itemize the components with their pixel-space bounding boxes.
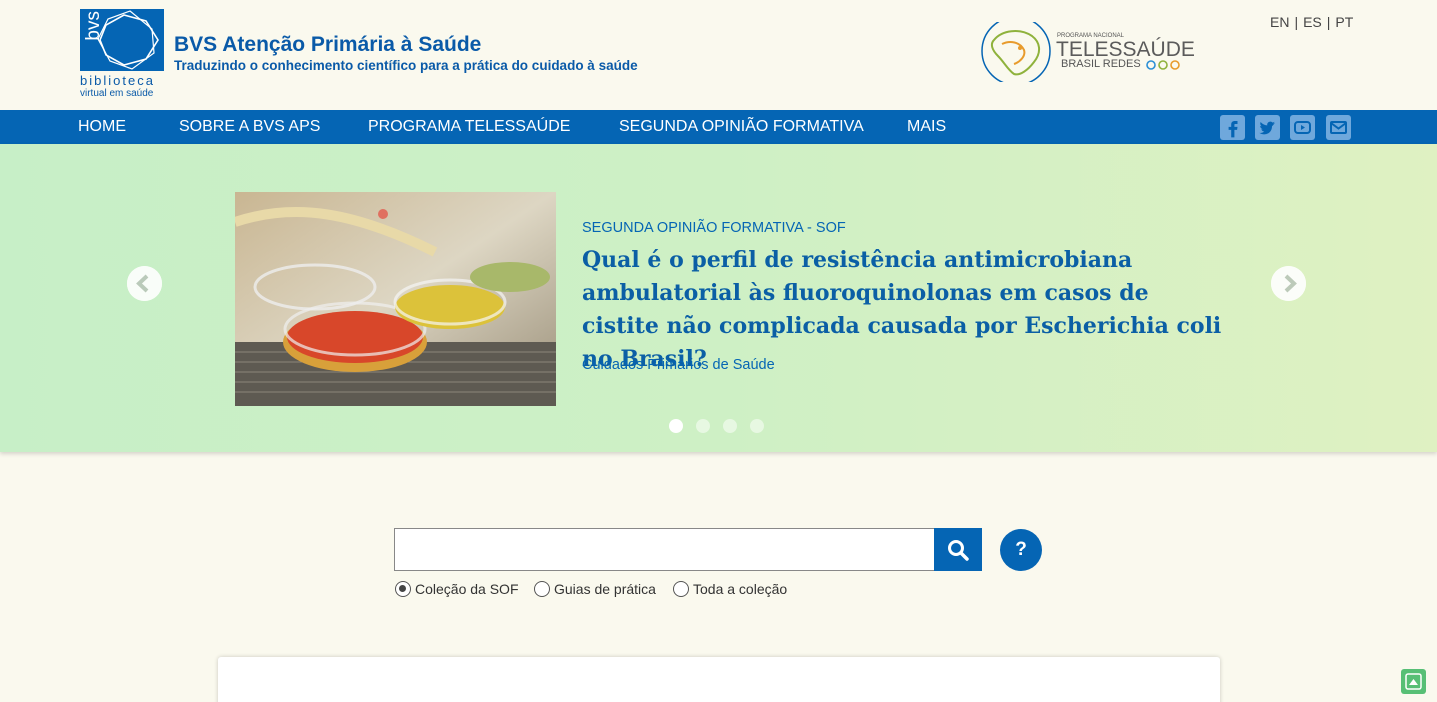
radio-circle[interactable] [534,581,550,597]
lang-es[interactable]: ES [1303,14,1322,30]
search-button[interactable] [934,528,982,571]
youtube-icon[interactable] [1290,115,1315,140]
help-button[interactable]: ? [1000,529,1042,571]
facebook-icon[interactable] [1220,115,1245,140]
nav-home[interactable]: HOME [78,118,126,136]
nav-telessaude[interactable]: PROGRAMA TELESSAÚDE [368,118,570,136]
site-tagline: Traduzindo o conhecimento científico par… [174,58,638,73]
carousel-dot-4[interactable] [750,419,764,433]
radio-label: Guias de prática [554,581,656,597]
twitter-icon[interactable] [1255,115,1280,140]
radio-toda-colecao[interactable]: Toda a coleção [673,581,787,597]
bvs-logo[interactable]: bvs [80,9,164,71]
carousel-prev-button[interactable] [127,266,162,301]
radio-label: Coleção da SOF [415,581,519,597]
logo-text: bvs [83,11,104,41]
slide-tag[interactable]: Cuidados Primários de Saúde [582,357,775,373]
search-input[interactable] [394,528,935,571]
site-title[interactable]: BVS Atenção Primária à Saúde [174,33,481,57]
slide-category[interactable]: SEGUNDA OPINIÃO FORMATIVA - SOF [582,220,846,236]
language-switcher: EN | ES | PT [1270,14,1354,30]
lang-pt[interactable]: PT [1335,14,1353,30]
email-icon[interactable] [1326,115,1351,140]
radio-colecao-sof[interactable]: Coleção da SOF [395,581,519,597]
content-card [218,657,1220,702]
radio-label: Toda a coleção [693,581,788,597]
carousel-dots [669,418,777,437]
slide-image[interactable] [235,192,556,406]
arrow-up-icon [1405,673,1422,690]
nav-segunda-opiniao[interactable]: SEGUNDA OPINIÃO FORMATIVA [619,118,864,136]
nav-sobre[interactable]: SOBRE A BVS APS [179,118,320,136]
nav-mais[interactable]: MAIS [907,118,946,136]
brazil-map-icon [981,22,1051,82]
site-header: bvs biblioteca virtual em saúde BVS Aten… [0,0,1437,110]
rings-icon [1146,60,1180,70]
partner-logo-sub: BRASIL REDES [1061,58,1141,70]
lang-en[interactable]: EN [1270,14,1289,30]
carousel-dot-3[interactable] [723,419,737,433]
featured-carousel: SEGUNDA OPINIÃO FORMATIVA - SOF Qual é o… [0,144,1437,452]
chevron-left-icon [127,266,162,301]
radio-circle[interactable] [673,581,689,597]
carousel-dot-1[interactable] [669,419,683,433]
logo-subtitle-2: virtual em saúde [80,88,154,99]
search-icon [948,540,969,561]
radio-circle[interactable] [395,581,411,597]
carousel-dot-2[interactable] [696,419,710,433]
logo-subtitle-1: biblioteca [80,73,155,88]
petri-dish-image [235,192,556,406]
main-nav: HOME SOBRE A BVS APS PROGRAMA TELESSAÚDE… [0,110,1437,144]
carousel-next-button[interactable] [1271,266,1306,301]
chevron-right-icon [1271,266,1306,301]
back-to-top-button[interactable] [1401,669,1426,694]
radio-guias-pratica[interactable]: Guias de prática [534,581,656,597]
